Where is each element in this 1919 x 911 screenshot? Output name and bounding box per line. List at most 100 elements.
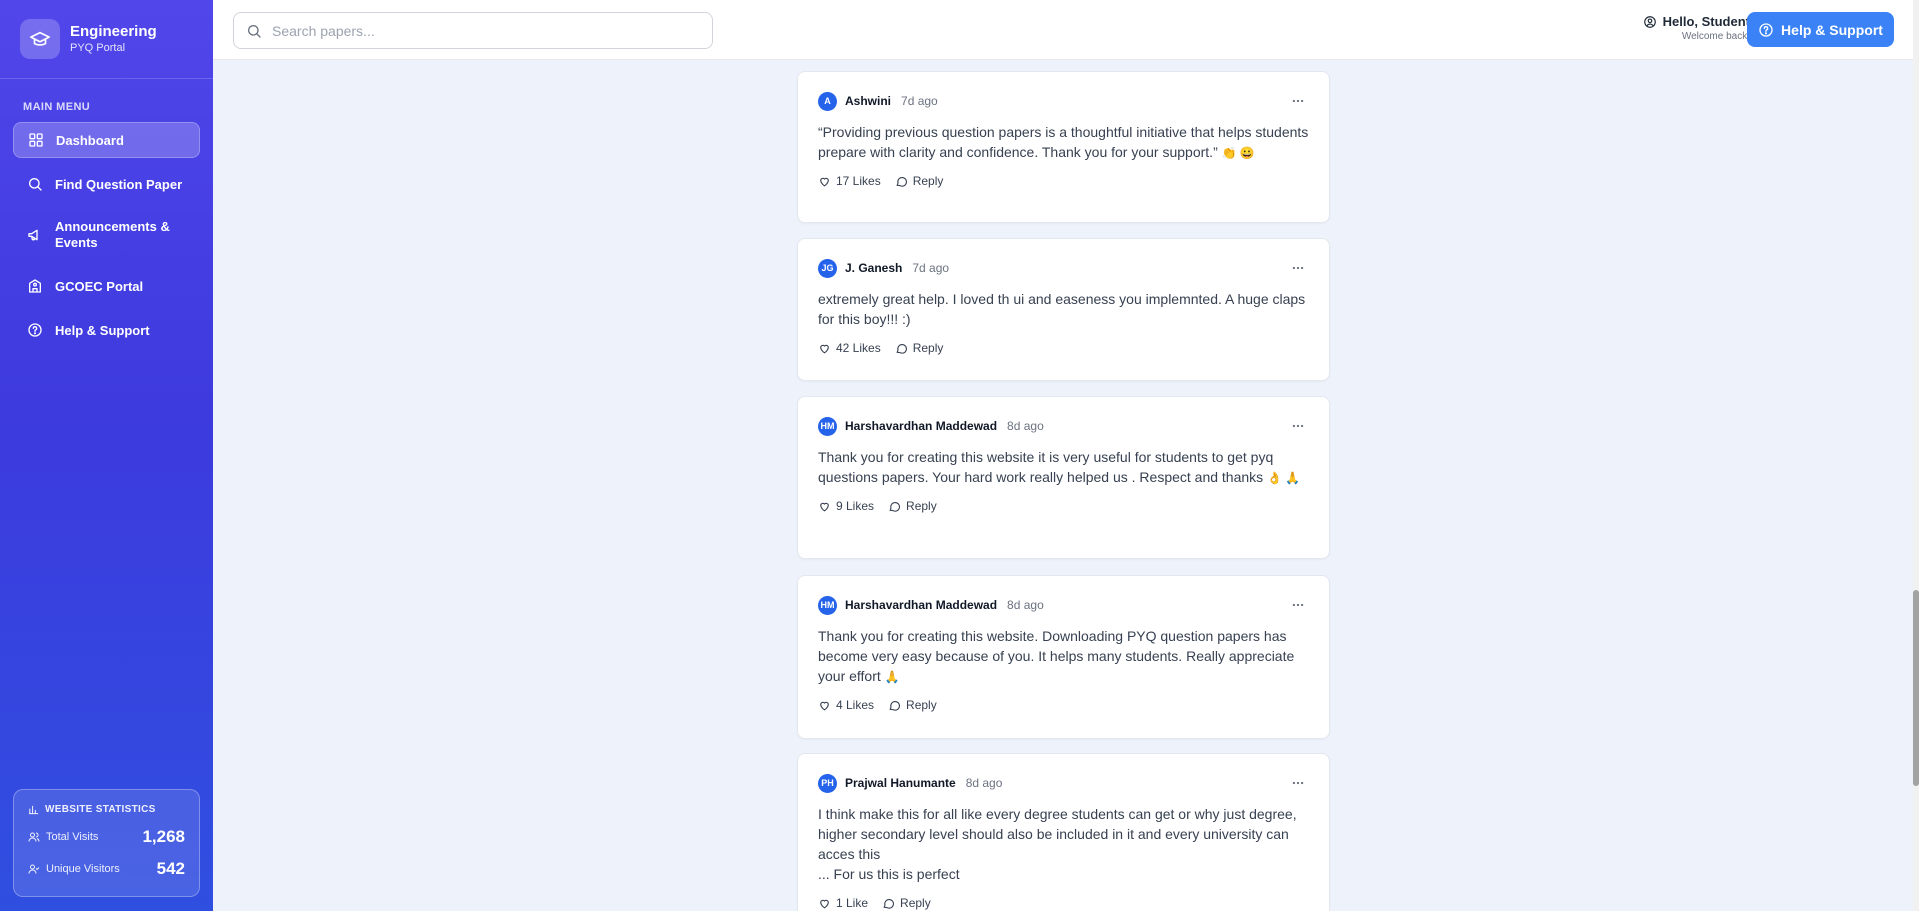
reply-label: Reply: [912, 174, 944, 188]
chat-bubble-icon: [896, 176, 907, 187]
help-support-button[interactable]: Help & Support: [1747, 12, 1894, 47]
avatar: A: [818, 91, 837, 111]
brand-subtitle: PYQ Portal: [70, 42, 126, 54]
user-greeting[interactable]: Hello, Student Welcome back!: [1633, 14, 1750, 42]
scrollbar-thumb[interactable]: [1913, 590, 1919, 786]
help-circle-icon: [28, 323, 42, 337]
sidebar-item-help-support[interactable]: Help & Support: [13, 312, 200, 348]
grid-icon: [29, 133, 43, 147]
like-count: 17 Likes: [836, 174, 881, 188]
reply-button[interactable]: Reply: [888, 698, 937, 712]
like-button[interactable]: 42 Likes: [818, 341, 881, 355]
comment-author[interactable]: Harshavardhan Maddewad: [845, 598, 997, 612]
sidebar-item-dashboard[interactable]: Dashboard: [13, 122, 200, 158]
reply-label: Reply: [906, 698, 937, 712]
like-count: 4 Likes: [836, 698, 875, 712]
graduation-cap-icon: [20, 19, 60, 59]
heart-icon: [820, 177, 829, 186]
like-button[interactable]: 17 Likes: [818, 174, 881, 188]
website-statistics: WEBSITE STATISTICS Total Visits 1,268 Un…: [13, 789, 200, 897]
like-count: 9 Likes: [836, 499, 875, 513]
search-input[interactable]: [272, 22, 692, 39]
like-button[interactable]: 4 Likes: [818, 698, 874, 712]
comment-card: HM Harshavardhan Maddewad 8d ago Thank y…: [797, 396, 1330, 559]
reply-button[interactable]: Reply: [895, 174, 944, 188]
comment-author[interactable]: Ashwini: [845, 94, 891, 108]
comment-emoji: 👏 😀: [1221, 146, 1255, 160]
top-header: Hello, Student Welcome back! Help & Supp…: [213, 0, 1919, 60]
brand-title: Engineering: [70, 23, 157, 40]
heart-icon: [820, 899, 829, 908]
user-circle-icon: [1643, 15, 1656, 28]
comment-time: 7d ago: [901, 94, 938, 108]
comment-card: PH Prajwal Hanumante 8d ago I think make…: [797, 753, 1330, 911]
bar-chart-icon: [28, 805, 39, 815]
comment-time: 8d ago: [965, 776, 1003, 790]
avatar: HM: [818, 416, 837, 436]
more-options-icon[interactable]: [1291, 598, 1305, 612]
comment-emoji: 🙏: [884, 670, 900, 684]
comment-time: 8d ago: [1007, 598, 1044, 612]
comment-card: JG J. Ganesh 7d ago extremely great help…: [797, 238, 1330, 381]
chat-bubble-icon: [889, 700, 900, 711]
main-menu: Dashboard Find Question Paper Announceme…: [0, 122, 213, 348]
avatar: JG: [818, 258, 837, 278]
reply-button[interactable]: Reply: [895, 341, 944, 355]
like-count: 1 Like: [836, 896, 869, 910]
search-icon: [248, 24, 261, 38]
sidebar-item-label: Find Question Paper: [55, 176, 183, 192]
like-count: 42 Likes: [836, 341, 881, 355]
stat-value: 542: [156, 859, 185, 878]
megaphone-icon: [28, 229, 38, 241]
stat-value: 1,268: [142, 827, 185, 846]
help-circle-icon: [1759, 22, 1773, 37]
comment-author[interactable]: Harshavardhan Maddewad: [845, 419, 997, 433]
like-button[interactable]: 1 Like: [818, 896, 868, 910]
more-options-icon[interactable]: [1291, 776, 1305, 790]
stat-label: Total Visits: [46, 831, 99, 843]
more-options-icon[interactable]: [1291, 94, 1305, 108]
welcome-text: Welcome back!: [1681, 31, 1750, 42]
chat-bubble-icon: [883, 898, 894, 909]
reply-button[interactable]: Reply: [882, 896, 931, 910]
comment-time: 8d ago: [1007, 419, 1044, 433]
heart-icon: [820, 344, 829, 353]
more-options-icon[interactable]: [1291, 261, 1305, 275]
sidebar-item-announcements[interactable]: Announcements & Events: [13, 210, 200, 260]
chat-bubble-icon: [889, 501, 900, 512]
comment-text: extremely great help. I loved th ui and …: [818, 291, 1306, 327]
search-box[interactable]: [233, 12, 713, 49]
stats-title: WEBSITE STATISTICS: [45, 804, 156, 815]
brand[interactable]: Engineering PYQ Portal: [0, 0, 213, 79]
comment-text: I think make this for all like every deg…: [818, 806, 1297, 882]
sidebar-item-label: Announcements & Events: [55, 219, 170, 250]
stat-unique-visitors: Unique Visitors 542: [28, 859, 185, 879]
heart-icon: [820, 502, 829, 511]
sidebar-item-gcoec-portal[interactable]: GCOEC Portal: [13, 268, 200, 304]
heart-icon: [820, 701, 829, 710]
more-options-icon[interactable]: [1291, 419, 1305, 433]
users-icon: [28, 832, 40, 842]
like-button[interactable]: 9 Likes: [818, 499, 874, 513]
sidebar: Engineering PYQ Portal MAIN MENU Dashboa…: [0, 0, 213, 911]
sidebar-item-label: Help & Support: [55, 322, 150, 338]
school-icon: [29, 279, 41, 293]
comment-emoji: 👌 🙏: [1267, 471, 1301, 485]
menu-heading: MAIN MENU: [23, 101, 91, 113]
reply-label: Reply: [912, 341, 944, 355]
reply-label: Reply: [906, 499, 937, 513]
greeting-text: Hello, Student: [1662, 14, 1750, 29]
comment-time: 7d ago: [912, 261, 950, 275]
reply-label: Reply: [900, 896, 931, 910]
comment-author[interactable]: J. Ganesh: [845, 261, 902, 275]
reply-button[interactable]: Reply: [888, 499, 937, 513]
search-icon: [29, 178, 42, 191]
comment-author[interactable]: Prajwal Hanumante: [845, 776, 956, 790]
user-check-icon: [28, 864, 40, 874]
avatar: HM: [818, 595, 837, 615]
comment-text: Thank you for creating this website it i…: [818, 449, 1274, 485]
sidebar-item-label: Dashboard: [56, 132, 124, 148]
sidebar-item-label: GCOEC Portal: [55, 278, 144, 294]
sidebar-item-find-question-paper[interactable]: Find Question Paper: [13, 166, 200, 202]
comment-card: HM Harshavardhan Maddewad 8d ago Thank y…: [797, 575, 1330, 739]
